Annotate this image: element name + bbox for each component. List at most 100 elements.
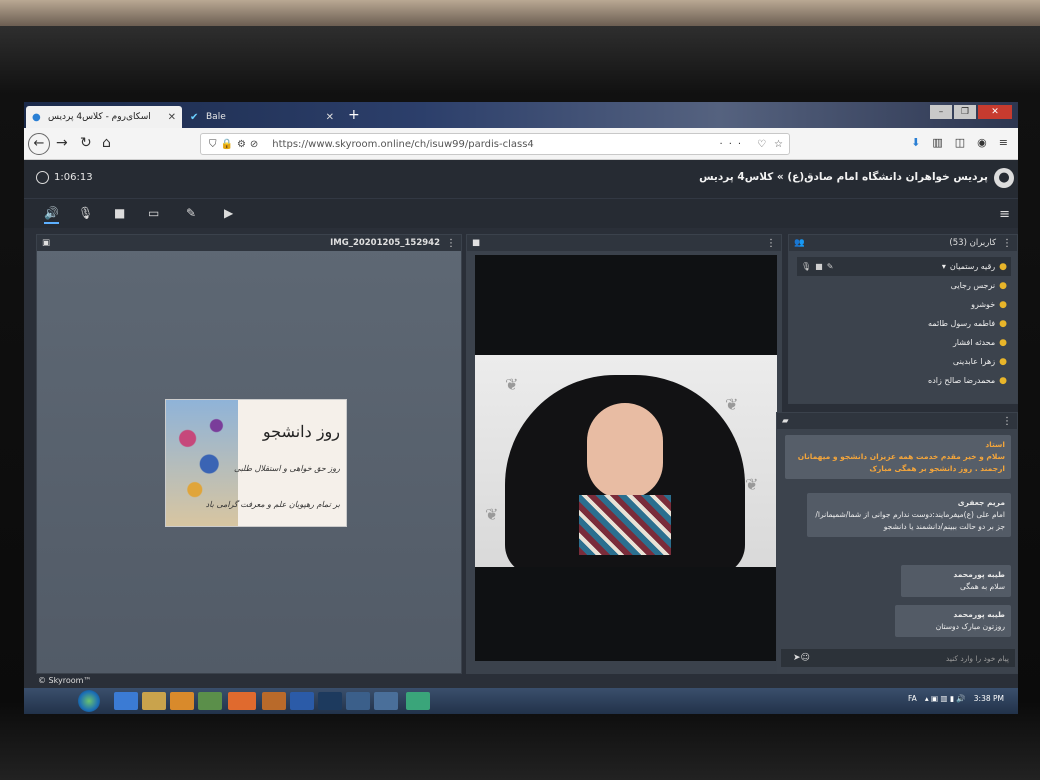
users-panel: 👥 کاربران (53) ⋮ ● رقیه رستمیان ▾ ✎■🎙 ● … [788, 234, 1018, 404]
windows-taskbar: FA ▴ ▣ ▥ ▮ 🔊 3:38 PM [24, 688, 1018, 714]
presentation-options-icon[interactable]: ⋮ [446, 238, 456, 249]
user-item[interactable]: ● خوشرو [797, 295, 1011, 314]
firefox-icon[interactable] [228, 692, 256, 710]
video-camera-icon: ■ [472, 238, 481, 248]
page-actions-icon[interactable]: ··· [720, 139, 748, 150]
background-wall [0, 0, 1040, 26]
download-icon[interactable]: ⬇ [911, 136, 920, 149]
whiteboard-pen-icon[interactable]: ✎ [186, 206, 196, 220]
emoji-icon[interactable]: ☺ [801, 653, 810, 663]
user-name: نرجس رجایی [950, 281, 996, 290]
slide-image: روز دانشجو روز حق خواهی و استقلال طلبی ب… [165, 399, 347, 527]
bookmark-star-icon[interactable]: ☆ [774, 139, 783, 150]
forward-icon[interactable]: → [56, 135, 68, 151]
speaker-icon[interactable]: 🔊 [44, 206, 59, 224]
room-title: پردیس خواهران دانشگاه امام صادق(ع) » کلا… [699, 171, 988, 183]
screen-share-icon[interactable]: ▭ [148, 206, 159, 220]
user-item[interactable]: ● فاطمه رسول طائمه [797, 314, 1011, 333]
user-icon: ● [999, 318, 1007, 329]
tray-icons[interactable]: ▴ ▣ ▥ ▮ 🔊 [925, 694, 966, 703]
presentation-header: ▣ IMG_20201205_152942 ⋮ [37, 235, 461, 251]
message-body: روزتون مبارک دوستان [935, 622, 1005, 631]
browser-tools: ⬇ ▥ ◫ ◉ ≡ [911, 136, 1008, 149]
app-icon[interactable] [406, 692, 430, 710]
security-icons: ⛉🔒⚙⊘ [209, 138, 263, 150]
tab-bale[interactable]: ✔ Bale ✕ [184, 106, 340, 128]
photoshop-icon[interactable] [318, 692, 342, 710]
word-icon[interactable] [290, 692, 314, 710]
user-item[interactable]: ● محمدرضا صالح زاده [797, 371, 1011, 390]
close-window-icon[interactable]: ✕ [978, 105, 1012, 119]
mic-muted-icon[interactable]: 🎙 [78, 206, 93, 220]
chrome-icon[interactable] [198, 692, 222, 710]
user-name: خوشرو [971, 300, 996, 309]
user-name: فاطمه رسول طائمه [928, 319, 996, 328]
new-tab-icon[interactable]: + [348, 107, 360, 123]
home-icon[interactable]: ⌂ [102, 135, 111, 151]
chat-input[interactable]: پیام خود را وارد کنید ☺ ➤ [781, 649, 1015, 667]
clock-time[interactable]: 3:38 PM [974, 694, 1004, 703]
maximize-icon[interactable]: ❐ [954, 105, 976, 119]
message-author: استاد [985, 440, 1005, 449]
skyroom-brand: © Skyroom™ [38, 676, 92, 685]
tab-label: اسکای‌روم - کلاس4 پردیس [48, 112, 151, 122]
url-bar[interactable]: ⛉🔒⚙⊘ https://www.skyroom.online/ch/isuw9… [200, 133, 790, 155]
sidebar-icon[interactable]: ◫ [955, 136, 965, 149]
library-icon[interactable]: ▥ [932, 136, 942, 149]
ie-icon[interactable] [114, 692, 138, 710]
panel-toggle-icon[interactable]: ▣ [42, 238, 50, 248]
tab-close-icon[interactable]: ✕ [326, 112, 334, 123]
message-body: امام علی (ع)میفرمایند:دوست ندارم جوانی ا… [815, 510, 1005, 531]
tab-skyroom[interactable]: ● اسکای‌روم - کلاس4 پردیس ✕ [26, 106, 182, 128]
toolbar: 🔊 🎙 ■ ▭ ✎ ▶ ≡ [24, 198, 1018, 228]
pocket-icon[interactable]: ♡ [757, 139, 766, 150]
users-header: 👥 کاربران (53) ⋮ [789, 235, 1017, 251]
message-body: سلام و خیر مقدم خدمت همه عزیزان دانشجو و… [797, 452, 1005, 473]
app-icon[interactable] [262, 692, 286, 710]
butterfly-decoration-icon: ❦ [505, 375, 519, 394]
session-timer: 1:06:13 [36, 171, 93, 184]
speaker-face [587, 403, 663, 499]
video-options-icon[interactable]: ⋮ [766, 238, 776, 249]
app-icon[interactable] [374, 692, 398, 710]
user-controls-icons[interactable]: ✎■🎙 [801, 262, 837, 271]
reload-icon[interactable]: ↻ [80, 135, 92, 151]
user-name: زهرا عابدینی [952, 357, 996, 366]
video-panel: ■ ⋮ ❦ ❦ ❦ ❦ ❦ [466, 234, 782, 674]
user-avatar-icon[interactable]: ● [994, 168, 1014, 188]
chat-message: طیبه پورمحمد روزتون مبارک دوستان [895, 605, 1011, 637]
system-tray: FA ▴ ▣ ▥ ▮ 🔊 3:38 PM [908, 694, 1004, 703]
user-name: محمدرضا صالح زاده [928, 376, 996, 385]
language-indicator[interactable]: FA [908, 694, 917, 703]
menu-icon[interactable]: ≡ [999, 136, 1008, 149]
camera-icon[interactable]: ■ [114, 206, 125, 220]
paint-icon[interactable] [346, 692, 370, 710]
minimize-icon[interactable]: – [930, 105, 952, 119]
media-icon[interactable] [170, 692, 194, 710]
window-controls: – ❐ ✕ [930, 105, 1012, 119]
url-text: https://www.skyroom.online/ch/isuw99/par… [272, 138, 534, 150]
chat-options-icon[interactable]: ⋮ [1002, 416, 1012, 427]
clock-icon [36, 171, 49, 184]
user-item[interactable]: ● محدثه افشار [797, 333, 1011, 352]
account-icon[interactable]: ◉ [977, 136, 987, 149]
back-icon[interactable]: ← [28, 133, 50, 155]
user-icon: ● [999, 280, 1007, 291]
user-item[interactable]: ● رقیه رستمیان ▾ ✎■🎙 [797, 257, 1011, 276]
user-name: محدثه افشار [952, 338, 996, 347]
users-list: ● رقیه رستمیان ▾ ✎■🎙 ● نرجس رجایی ● خوشر… [797, 257, 1011, 390]
dropdown-caret-icon[interactable]: ▾ [942, 262, 946, 271]
tab-bar: ● اسکای‌روم - کلاس4 پردیس ✕ ✔ Bale ✕ + –… [24, 102, 1018, 128]
user-item[interactable]: ● نرجس رجایی [797, 276, 1011, 295]
monitor-bezel: ● اسکای‌روم - کلاس4 پردیس ✕ ✔ Bale ✕ + –… [0, 0, 1040, 780]
butterfly-decoration-icon: ❦ [485, 505, 499, 524]
users-options-icon[interactable]: ⋮ [1002, 238, 1012, 249]
folder-icon[interactable] [142, 692, 166, 710]
user-item[interactable]: ● زهرا عابدینی [797, 352, 1011, 371]
send-icon[interactable]: ➤ [793, 653, 801, 663]
windows-start-icon[interactable] [78, 690, 100, 712]
user-icon: ● [999, 375, 1007, 386]
tab-close-icon[interactable]: ✕ [168, 112, 176, 123]
presentation-play-icon[interactable]: ▶ [224, 206, 233, 220]
hamburger-menu-icon[interactable]: ≡ [999, 207, 1010, 222]
